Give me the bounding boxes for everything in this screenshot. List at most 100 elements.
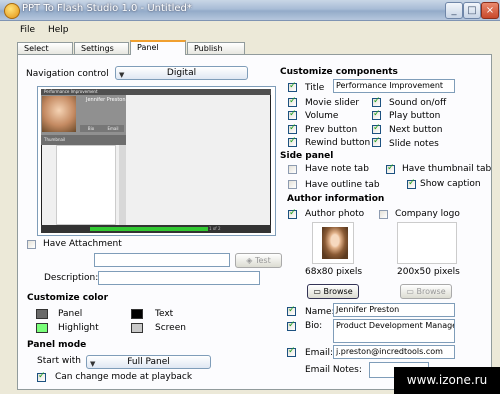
navigation-control-dropdown[interactable]: ▼ Digital xyxy=(115,66,248,80)
prev-button-checkbox[interactable] xyxy=(288,123,297,134)
screen-color-label: Screen xyxy=(155,323,186,333)
change-mode-label: Can change mode at playback xyxy=(55,372,193,382)
browse-logo-button[interactable]: ▭ Browse xyxy=(400,284,452,299)
name-input[interactable]: Jennifer Preston xyxy=(333,303,455,317)
highlight-color-swatch[interactable] xyxy=(36,323,48,333)
close-button[interactable]: × xyxy=(481,2,499,19)
start-with-label: Start with xyxy=(37,356,81,366)
panel-color-label: Panel xyxy=(58,309,83,319)
slide-notes-label: Slide notes xyxy=(389,139,439,149)
title-checkbox[interactable] xyxy=(288,81,297,92)
sound-onoff-label: Sound on/off xyxy=(389,98,447,108)
navigation-control-value: Digital xyxy=(166,68,197,78)
company-logo-label: Company logo xyxy=(395,209,460,219)
customize-color-header: Customize color xyxy=(27,293,109,303)
preview-scrollbar xyxy=(119,145,126,225)
maximize-button[interactable]: □ xyxy=(463,2,481,19)
have-thumbnail-tab-checkbox[interactable] xyxy=(386,163,395,174)
sound-onoff-checkbox[interactable] xyxy=(372,96,381,107)
app-icon xyxy=(4,3,20,19)
have-attachment-checkbox[interactable] xyxy=(27,240,36,249)
folder-icon: ▭ xyxy=(406,287,417,296)
menu-help[interactable]: Help xyxy=(48,25,69,35)
bio-checkbox[interactable] xyxy=(287,320,296,331)
volume-checkbox[interactable] xyxy=(288,109,297,120)
text-color-label: Text xyxy=(155,309,174,319)
tab-select[interactable]: Select xyxy=(17,42,73,54)
text-color-swatch[interactable] xyxy=(131,309,143,319)
preview-thumbnail-list xyxy=(56,145,116,225)
side-panel-header: Side panel xyxy=(280,151,334,161)
navigation-control-label: Navigation control xyxy=(26,69,109,79)
author-photo-image xyxy=(322,227,348,259)
dropdown-arrow-icon: ▼ xyxy=(90,360,96,368)
bio-label: Bio: xyxy=(305,321,323,331)
show-caption-label: Show caption xyxy=(420,179,481,189)
have-outline-tab-checkbox[interactable] xyxy=(288,180,297,189)
start-with-dropdown[interactable]: ▼ Full Panel xyxy=(86,355,211,369)
author-photo-label: Author photo xyxy=(305,209,365,219)
have-attachment-label: Have Attachment xyxy=(43,239,122,249)
preview-progress xyxy=(90,227,208,231)
have-thumbnail-tab-label: Have thumbnail tab xyxy=(402,164,492,174)
prev-button-label: Prev button xyxy=(305,125,358,135)
show-caption-checkbox[interactable] xyxy=(407,178,416,189)
preview-page-count: 1 of 2 xyxy=(209,226,221,231)
panel-color-swatch[interactable] xyxy=(36,309,48,319)
preview-bio-button: Bio xyxy=(80,125,102,132)
volume-label: Volume xyxy=(305,111,339,121)
title-input[interactable]: Performance Improvement xyxy=(333,79,455,93)
have-note-tab-label: Have note tab xyxy=(305,164,369,174)
preview-email-button: Email xyxy=(102,125,124,132)
highlight-color-label: Highlight xyxy=(58,323,99,333)
logo-size-label: 200x50 pixels xyxy=(397,267,460,277)
bio-input[interactable]: Product Development Manager xyxy=(333,319,455,343)
folder-icon: ▭ xyxy=(313,287,324,296)
slide-notes-checkbox[interactable] xyxy=(372,136,381,147)
email-label: Email: xyxy=(305,348,334,358)
preview-thumbnail-label: Thumbnail xyxy=(44,137,66,142)
next-button-checkbox[interactable] xyxy=(372,123,381,134)
test-button[interactable]: ◈ Test xyxy=(235,253,282,268)
test-icon: ◈ xyxy=(246,256,255,265)
name-checkbox[interactable] xyxy=(287,305,296,316)
start-with-value: Full Panel xyxy=(127,357,170,367)
title-label: Title xyxy=(305,83,325,93)
company-logo-checkbox[interactable] xyxy=(379,210,388,219)
play-button-checkbox[interactable] xyxy=(372,109,381,120)
window-title: PPT To Flash Studio 1.0 - Untitled* xyxy=(22,3,192,14)
watermark: www.izone.ru xyxy=(394,367,500,394)
browse-photo-button[interactable]: ▭ Browse xyxy=(307,284,359,299)
next-button-label: Next button xyxy=(389,125,443,135)
menu-file[interactable]: File xyxy=(20,25,35,35)
movie-slider-label: Movie slider xyxy=(305,98,360,108)
minimize-button[interactable]: _ xyxy=(445,2,463,19)
panel-mode-header: Panel mode xyxy=(27,340,87,350)
tab-panel[interactable]: Panel xyxy=(130,40,186,55)
rewind-button-label: Rewind button xyxy=(305,138,371,148)
tab-settings[interactable]: Settings xyxy=(74,42,129,54)
author-info-header: Author information xyxy=(287,194,385,204)
have-outline-tab-label: Have outline tab xyxy=(305,180,380,190)
play-button-label: Play button xyxy=(389,111,441,121)
customize-components-header: Customize components xyxy=(280,67,398,77)
company-logo-box xyxy=(397,222,457,264)
screen-color-swatch[interactable] xyxy=(131,323,143,333)
description-field[interactable] xyxy=(98,271,260,285)
tab-publish[interactable]: Publish xyxy=(187,42,245,54)
photo-size-label: 68x80 pixels xyxy=(305,267,363,277)
preview-author-name: Jennifer Preston xyxy=(86,97,126,103)
preview-author-photo xyxy=(42,96,76,132)
change-mode-checkbox[interactable] xyxy=(37,371,46,382)
rewind-button-checkbox[interactable] xyxy=(288,136,297,147)
movie-slider-checkbox[interactable] xyxy=(288,96,297,107)
email-checkbox[interactable] xyxy=(287,346,296,357)
attachment-path-field[interactable] xyxy=(94,253,230,267)
email-notes-label: Email Notes: xyxy=(305,365,362,375)
dropdown-arrow-icon: ▼ xyxy=(119,71,125,79)
have-note-tab-checkbox[interactable] xyxy=(288,165,297,174)
author-photo-checkbox[interactable] xyxy=(288,208,297,219)
description-label: Description: xyxy=(44,273,99,283)
email-input[interactable]: j.preston@incredtools.com xyxy=(333,345,455,359)
name-label: Name: xyxy=(305,307,335,317)
